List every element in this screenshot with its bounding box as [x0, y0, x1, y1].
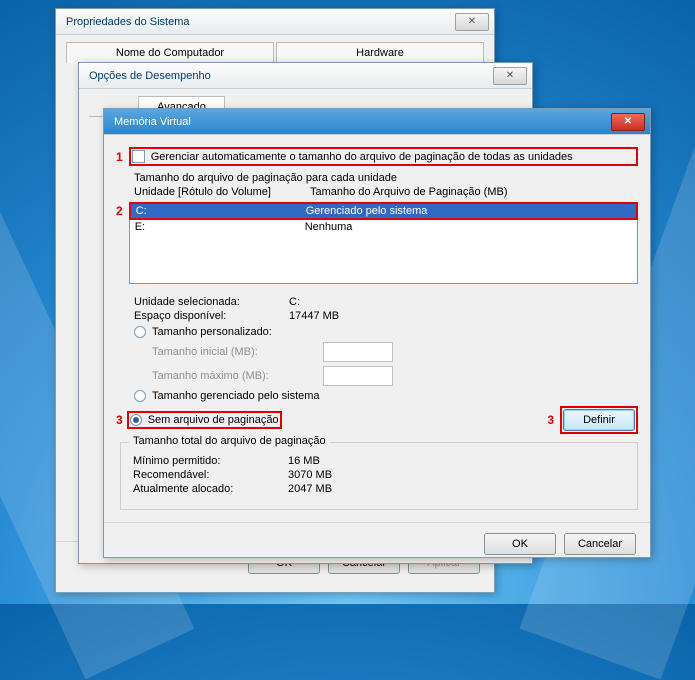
max-size-input[interactable]	[323, 366, 393, 386]
total-paging-group: Tamanho total do arquivo de paginação Mí…	[120, 442, 638, 510]
annotation-1: 1	[116, 150, 123, 164]
drive-listbox[interactable]: E: Nenhuma	[129, 220, 638, 284]
system-managed-label: Tamanho gerenciado pelo sistema	[152, 390, 320, 402]
currently-allocated-value: 2047 MB	[288, 483, 332, 495]
selected-drive-label: Unidade selecionada:	[134, 296, 289, 308]
drive-volume: C:	[136, 205, 306, 217]
selected-drive-value: C:	[289, 296, 300, 308]
column-header-size: Tamanho do Arquivo de Paginação (MB)	[310, 186, 638, 198]
drive-value: Gerenciado pelo sistema	[306, 205, 631, 217]
close-icon[interactable]: ✕	[493, 67, 527, 85]
drive-list-caption: Tamanho do arquivo de paginação para cad…	[134, 172, 638, 184]
set-button[interactable]: Definir	[563, 409, 635, 431]
virtual-memory-window: Memória Virtual ✕ 1 Gerenciar automatica…	[103, 108, 651, 558]
auto-manage-label: Gerenciar automaticamente o tamanho do a…	[151, 151, 573, 163]
annotation-3-right: 3	[547, 413, 554, 427]
drive-volume: E:	[135, 221, 305, 233]
total-paging-title: Tamanho total do arquivo de paginação	[129, 435, 330, 447]
recommended-value: 3070 MB	[288, 469, 332, 481]
system-managed-radio[interactable]	[134, 390, 146, 402]
annotation-3-left: 3	[116, 413, 123, 427]
cancel-button[interactable]: Cancelar	[564, 533, 636, 555]
free-space-label: Espaço disponível:	[134, 310, 289, 322]
initial-size-input[interactable]	[323, 342, 393, 362]
free-space-value: 17447 MB	[289, 310, 339, 322]
drive-row-c[interactable]: C: Gerenciado pelo sistema	[131, 204, 636, 218]
close-icon[interactable]: ✕	[611, 113, 645, 131]
recommended-label: Recomendável:	[133, 469, 288, 481]
virtual-memory-footer: OK Cancelar	[104, 522, 650, 565]
title-text: Propriedades do Sistema	[66, 16, 190, 28]
annotation-2: 2	[116, 204, 123, 218]
no-paging-radio[interactable]	[130, 414, 142, 426]
titlebar-system-properties[interactable]: Propriedades do Sistema ✕	[56, 9, 494, 35]
custom-size-label: Tamanho personalizado:	[152, 326, 272, 338]
currently-allocated-label: Atualmente alocado:	[133, 483, 288, 495]
highlight-set-button: Definir	[560, 406, 638, 434]
min-allowed-label: Mínimo permitido:	[133, 455, 288, 467]
no-paging-label: Sem arquivo de paginação	[148, 414, 279, 426]
min-allowed-value: 16 MB	[288, 455, 320, 467]
custom-size-radio[interactable]	[134, 326, 146, 338]
highlight-no-paging: Sem arquivo de paginação	[127, 411, 282, 429]
highlight-auto-manage: Gerenciar automaticamente o tamanho do a…	[129, 147, 638, 166]
highlight-drive-row: C: Gerenciado pelo sistema	[129, 202, 638, 220]
titlebar-virtual-memory[interactable]: Memória Virtual ✕	[104, 109, 650, 135]
column-header-drive: Unidade [Rótulo do Volume]	[134, 186, 304, 198]
tab-hardware[interactable]: Hardware	[276, 42, 484, 63]
tab-computer-name[interactable]: Nome do Computador	[66, 42, 274, 63]
auto-manage-checkbox[interactable]	[132, 150, 145, 163]
virtual-memory-body: 1 Gerenciar automaticamente o tamanho do…	[104, 135, 650, 522]
ok-button[interactable]: OK	[484, 533, 556, 555]
titlebar-performance-options[interactable]: Opções de Desempenho ✕	[79, 63, 532, 89]
drive-value: Nenhuma	[305, 221, 632, 233]
title-text: Memória Virtual	[114, 116, 191, 128]
system-properties-tabs: Nome do Computador Hardware	[66, 41, 484, 63]
max-size-label: Tamanho máximo (MB):	[152, 370, 317, 382]
drive-row-e[interactable]: E: Nenhuma	[130, 220, 637, 234]
close-icon[interactable]: ✕	[455, 13, 489, 31]
initial-size-label: Tamanho inicial (MB):	[152, 346, 317, 358]
title-text: Opções de Desempenho	[89, 70, 211, 82]
